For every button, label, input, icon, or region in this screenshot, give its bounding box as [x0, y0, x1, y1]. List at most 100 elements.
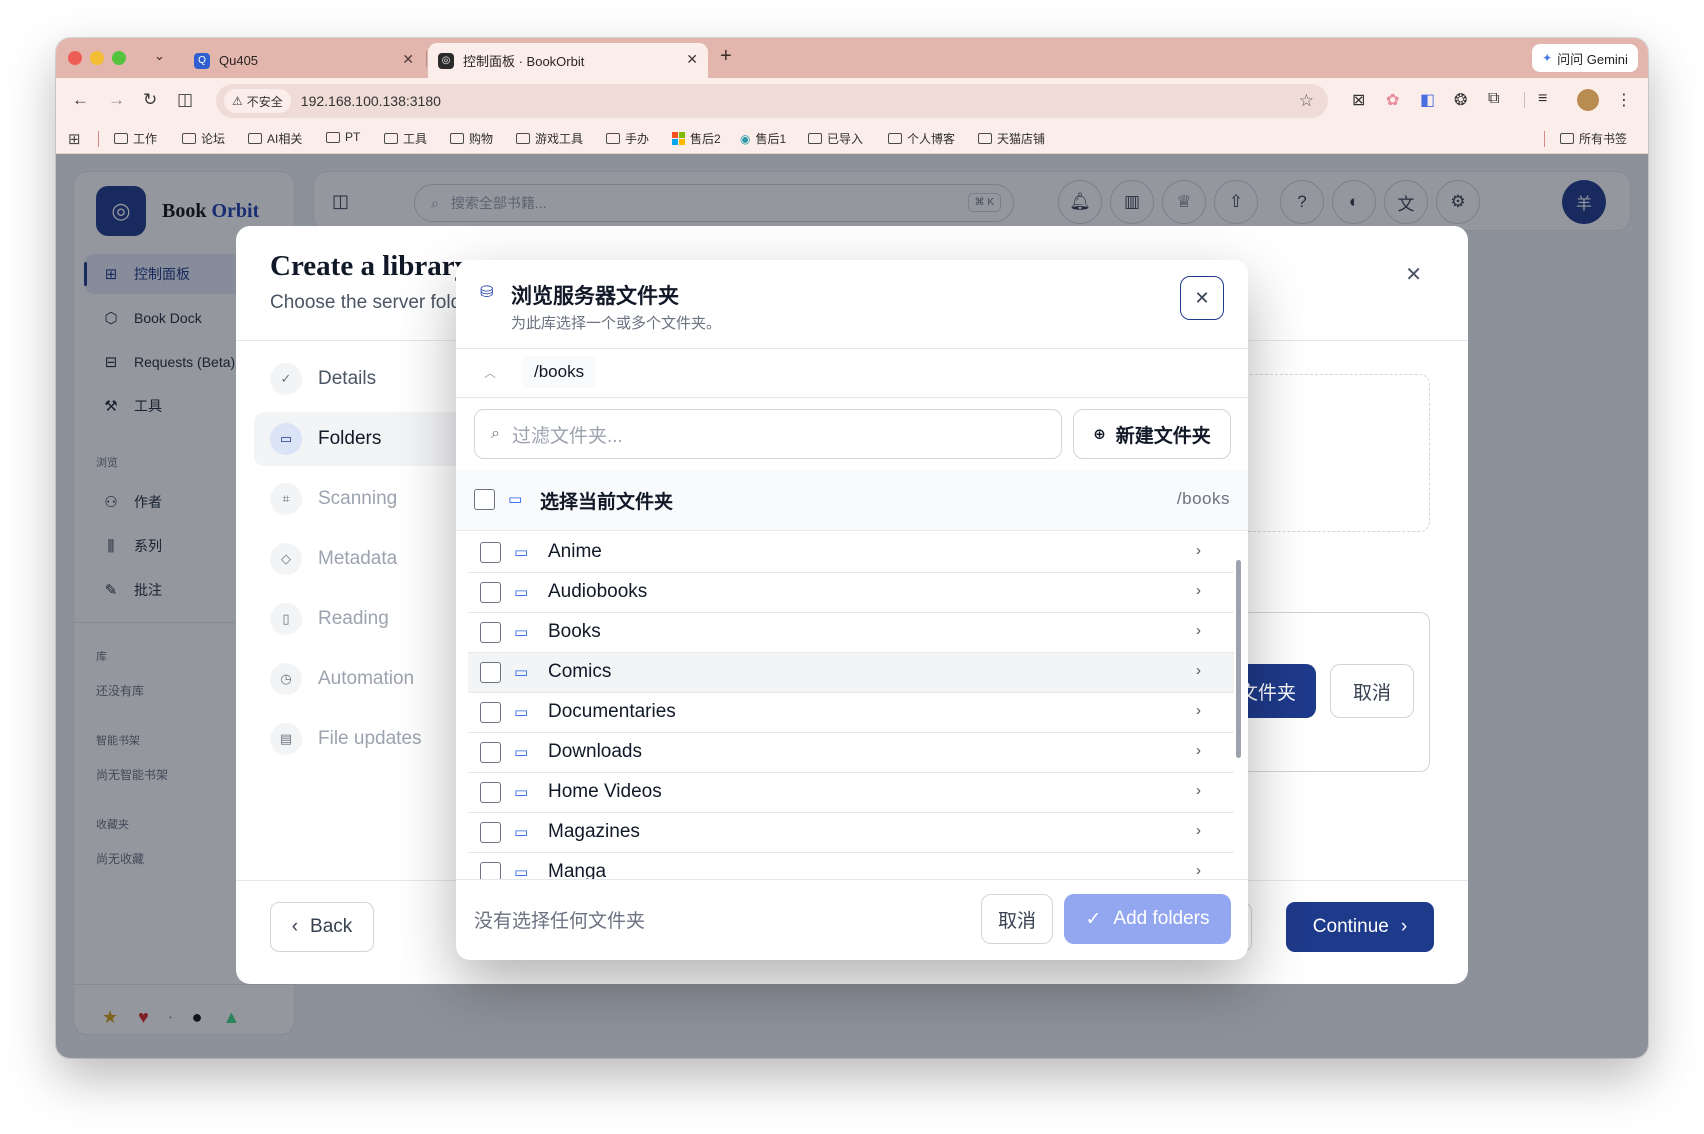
bookmark-folder[interactable]: 手办: [606, 130, 649, 147]
back-arrow-icon[interactable]: ←: [72, 90, 89, 110]
apps-grid-icon[interactable]: ⊞: [68, 130, 81, 148]
security-chip[interactable]: ⚠ 不安全: [224, 89, 291, 113]
dialog-close-button[interactable]: ✕: [1180, 276, 1224, 320]
folder-icon: ▭: [514, 664, 529, 681]
bookmark-star-icon[interactable]: ☆: [1299, 91, 1314, 111]
folder-row[interactable]: ▭ Anime ›: [468, 533, 1234, 573]
create-library-title: Create a library: [270, 250, 470, 282]
browser-menu-icon[interactable]: ⋮: [1616, 90, 1632, 110]
folder-open-icon: ▭: [508, 491, 523, 508]
chevron-right-icon[interactable]: ›: [1196, 862, 1201, 879]
bookmark-link[interactable]: 售后2: [672, 130, 721, 147]
chevron-right-icon[interactable]: ›: [1196, 822, 1201, 839]
folder-row[interactable]: ▭ Books ›: [468, 613, 1234, 653]
all-bookmarks-folder[interactable]: 所有书签: [1560, 130, 1627, 147]
chevron-right-icon[interactable]: ›: [1196, 782, 1201, 799]
select-current-checkbox[interactable]: [474, 489, 495, 510]
bookmark-folder[interactable]: 已导入: [808, 130, 863, 147]
close-icon: ✕: [1194, 287, 1210, 308]
bookmark-link[interactable]: ◉ 售后1: [740, 130, 786, 147]
bookmark-folder[interactable]: 论坛: [182, 130, 225, 147]
folder-row[interactable]: ▭ Manga ›: [468, 853, 1234, 879]
clock-icon: ◷: [270, 663, 302, 695]
extension-flower-icon[interactable]: ✿: [1386, 90, 1399, 110]
browser-tab-qu405[interactable]: Q Qu405 ✕: [184, 43, 424, 78]
continue-button[interactable]: Continue ›: [1286, 902, 1434, 952]
folder-row[interactable]: ▭ Comics ›: [468, 653, 1234, 693]
chevron-up-icon[interactable]: ︿: [484, 364, 496, 381]
split-view-icon[interactable]: ◫: [177, 90, 193, 110]
bookmark-folder[interactable]: 天猫店铺: [978, 130, 1045, 147]
profile-avatar[interactable]: [1577, 89, 1599, 111]
select-current-folder-row[interactable]: ▭ 选择当前文件夹 /books: [456, 470, 1248, 530]
browser-tab-bookorbit[interactable]: ◎ 控制面板 · BookOrbit ✕: [428, 43, 708, 78]
reading-list-icon[interactable]: ≡: [1538, 90, 1547, 108]
browser-toolbar: ← → ↻ ◫ ⚠ 不安全 192.168.100.138:3180 ☆ ⊠ ✿…: [56, 78, 1648, 122]
bookmark-folder[interactable]: 工具: [384, 130, 427, 147]
folder-row[interactable]: ▭ Magazines ›: [468, 813, 1234, 853]
cancel-button[interactable]: 取消: [1330, 664, 1414, 718]
new-folder-button[interactable]: ⊕ 新建文件夹: [1073, 409, 1231, 459]
back-button[interactable]: ‹ Back: [270, 902, 374, 952]
folder-checkbox[interactable]: [480, 702, 501, 723]
folder-checkbox[interactable]: [480, 742, 501, 763]
dialog-divider: [456, 397, 1248, 398]
folder-checkbox[interactable]: [480, 782, 501, 803]
chevron-right-icon[interactable]: ›: [1196, 662, 1201, 679]
reload-icon[interactable]: ↻: [143, 90, 157, 110]
extensions-puzzle-icon[interactable]: ⧉: [1488, 90, 1499, 108]
create-library-subtitle: Choose the server folders: [270, 292, 488, 313]
folder-row[interactable]: ▭ Audiobooks ›: [468, 573, 1234, 613]
folder-checkbox[interactable]: [480, 822, 501, 843]
folder-icon: [182, 133, 196, 144]
dialog-cancel-button[interactable]: 取消: [981, 894, 1053, 944]
bookmark-folder[interactable]: 个人博客: [888, 130, 955, 147]
close-window-button[interactable]: [68, 51, 82, 65]
chevron-right-icon[interactable]: ›: [1196, 542, 1201, 559]
extension-blue-icon[interactable]: ◧: [1420, 90, 1435, 110]
gemini-button[interactable]: ✦ 问问 Gemini: [1532, 44, 1638, 72]
bookmark-folder[interactable]: 工作: [114, 130, 157, 147]
extension-screenshot-icon[interactable]: ⊠: [1352, 90, 1365, 110]
close-icon[interactable]: ✕: [1405, 262, 1422, 287]
folder-icon: ▭: [514, 704, 529, 721]
folder-name: Downloads: [548, 741, 642, 762]
folder-checkbox[interactable]: [480, 862, 501, 879]
url-text[interactable]: 192.168.100.138:3180: [301, 93, 441, 109]
folder-row[interactable]: ▭ Home Videos ›: [468, 773, 1234, 813]
folder-icon: ▭: [514, 544, 529, 561]
filter-folders-input[interactable]: ⌕ 过滤文件夹...: [474, 409, 1062, 459]
folder-checkbox[interactable]: [480, 662, 501, 683]
bookmark-folder[interactable]: AI相关: [248, 130, 302, 147]
bookmark-folder[interactable]: PT: [326, 130, 360, 144]
close-tab-icon[interactable]: ✕: [402, 51, 414, 68]
extension-openai-icon[interactable]: ❂: [1454, 90, 1467, 110]
current-path-breadcrumb[interactable]: /books: [522, 356, 597, 388]
chevron-right-icon[interactable]: ›: [1196, 702, 1201, 719]
tab-list-chevron-icon[interactable]: ⌄: [154, 48, 165, 64]
folder-checkbox[interactable]: [480, 582, 501, 603]
folder-list-scrollbar[interactable]: [1236, 560, 1241, 758]
forward-arrow-icon[interactable]: →: [108, 90, 125, 110]
folder-icon: [384, 133, 398, 144]
folder-icon: [326, 131, 340, 143]
chevron-right-icon[interactable]: ›: [1196, 582, 1201, 599]
address-bar[interactable]: ⚠ 不安全 192.168.100.138:3180 ☆: [216, 84, 1328, 118]
close-tab-icon[interactable]: ✕: [686, 51, 698, 68]
folder-row[interactable]: ▭ Downloads ›: [468, 733, 1234, 773]
folder-icon: [248, 133, 262, 144]
chevron-right-icon[interactable]: ›: [1196, 622, 1201, 639]
chevron-right-icon[interactable]: ›: [1196, 742, 1201, 759]
folder-checkbox[interactable]: [480, 542, 501, 563]
add-folders-button[interactable]: ✓ Add folders: [1064, 894, 1231, 944]
folder-list[interactable]: ▭ Anime › ▭ Audiobooks › ▭ Books › ▭ Comics › ▭ D…: [456, 533, 1248, 879]
dialog-footer: 没有选择任何文件夹 取消 ✓ Add folders: [456, 879, 1248, 960]
new-tab-icon[interactable]: +: [720, 45, 732, 68]
folder-row[interactable]: ▭ Documentaries ›: [468, 693, 1234, 733]
maximize-window-button[interactable]: [112, 51, 126, 65]
bookmark-folder[interactable]: 游戏工具: [516, 130, 583, 147]
folder-checkbox[interactable]: [480, 622, 501, 643]
bookmark-folder[interactable]: 购物: [450, 130, 493, 147]
dialog-divider: [456, 348, 1248, 349]
minimize-window-button[interactable]: [90, 51, 104, 65]
